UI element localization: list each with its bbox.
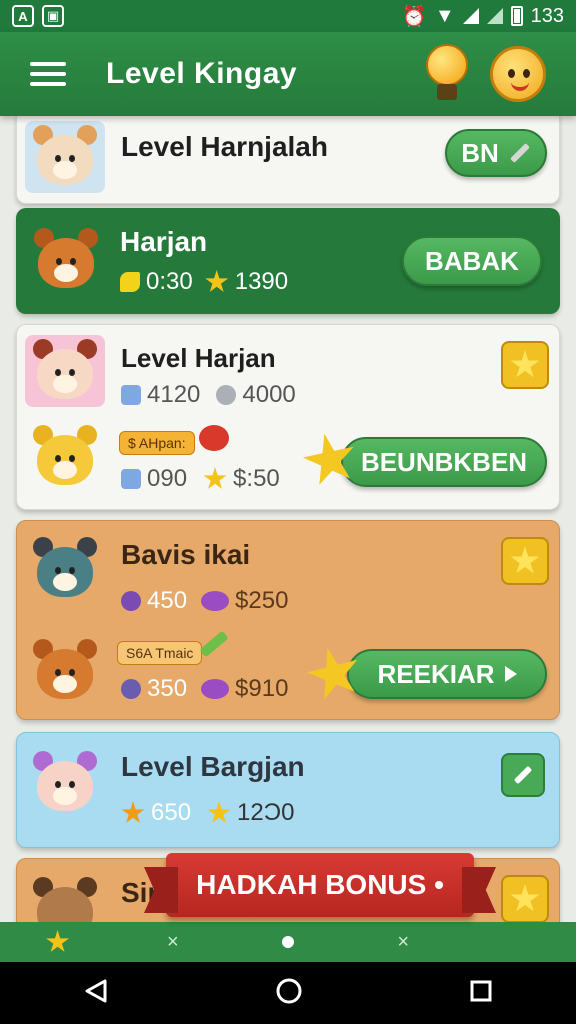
photo-notification-icon: ▣ [42,5,64,27]
tab-levels[interactable] [28,922,88,962]
status-time: 133 [530,4,564,27]
star-badge-icon [501,537,549,585]
unlock-button[interactable]: BEUNBKBEN [341,437,547,487]
star-icon [205,270,229,292]
signal-icon [462,8,479,24]
orb-icon [121,591,141,611]
lion-avatar [25,421,105,493]
gem-stat: 4120 4000 [121,381,296,409]
bear-girl-avatar [25,335,105,407]
banana-icon [120,272,140,292]
page-title: Level Kingay [106,57,298,90]
dot-icon [281,936,294,948]
bonus-tag: S6A Tmaic [117,641,203,665]
back-icon[interactable] [83,978,109,1009]
recent-apps-icon[interactable] [469,979,493,1008]
orb-stat: 450 $250 [121,587,288,615]
bonus-tag: $ AHpan: [119,431,195,455]
level-title: Level Harjan [121,343,276,373]
reward-stat: 350 $910 [121,675,288,703]
menu-icon[interactable] [30,62,66,86]
bottom-tab-bar: × × [0,922,576,962]
signal-icon-2 [486,8,503,24]
cupcake-icon [201,591,230,611]
time-stat: 0:30 1390 [120,268,288,296]
level-title: Level Harnjalah [121,131,328,162]
pencil-icon [199,630,229,658]
level-list: Level Harnjalah BN Harjan 0:30 1390 BABA… [0,116,576,922]
star-badge-icon [501,875,549,922]
rock-icon [216,385,237,405]
bonus-banner[interactable]: HADKAH BONUS • [166,853,474,917]
cat-avatar [25,873,105,922]
level-card[interactable]: Level Bargjan 650 12Ɔ0 [16,732,560,848]
fruit-icon [199,425,229,451]
level-title: Level Bargjan [121,751,305,782]
star-icon [203,467,227,489]
pencil-icon [509,143,530,163]
play-button[interactable]: BABAK [402,236,542,286]
home-icon[interactable] [275,977,303,1010]
burst-stat: 650 12Ɔ0 [121,799,294,827]
wifi-icon: ▼ [434,4,455,27]
cat-avatar [25,121,105,193]
replay-button[interactable]: REEKIAR [347,649,547,699]
fox-avatar [26,224,106,296]
hint-bulb-icon[interactable] [424,44,470,104]
app-notification-icon: A [12,5,34,27]
status-bar: A ▣ ⏰ ▼ 133 [0,0,576,32]
level-title: Bavis ikai [121,539,251,570]
fox-avatar [25,635,105,707]
crystal-icon [121,385,141,405]
star-icon [207,801,231,823]
level-card[interactable]: Bavis ikai 450 $250 S6A Tmaic 350 $910 R… [16,520,560,720]
burst-icon [121,801,145,823]
level-card[interactable]: Level Harnjalah BN [16,116,560,204]
reward-stat: 090 $:50 [121,465,280,493]
cupcake-icon [201,679,230,699]
tab-home[interactable] [258,922,318,962]
app-bar: Level Kingay [0,32,576,116]
wolf-avatar [25,533,105,605]
girl-avatar [25,747,105,819]
level-card-active[interactable]: Harjan 0:30 1390 BABAK [16,208,560,314]
tab-close-1[interactable]: × [143,922,203,962]
profile-avatar[interactable] [490,46,546,102]
crystal-icon [121,469,141,489]
level-card[interactable]: Level Harjan 4120 4000 $ AHpan: 090 $:50… [16,324,560,510]
star-tab-icon [46,930,70,952]
battery-icon [510,6,523,26]
edit-icon-button[interactable] [501,753,545,797]
gem-cluster-icon [121,679,141,699]
edit-button[interactable]: BN [445,129,547,177]
tab-close-2[interactable]: × [373,922,433,962]
star-badge-icon [501,341,549,389]
alarm-icon: ⏰ [401,5,427,28]
tab-extra[interactable] [488,922,548,962]
level-title: Harjan [120,226,208,257]
arrow-right-icon [504,666,517,682]
system-nav-bar [0,962,576,1024]
